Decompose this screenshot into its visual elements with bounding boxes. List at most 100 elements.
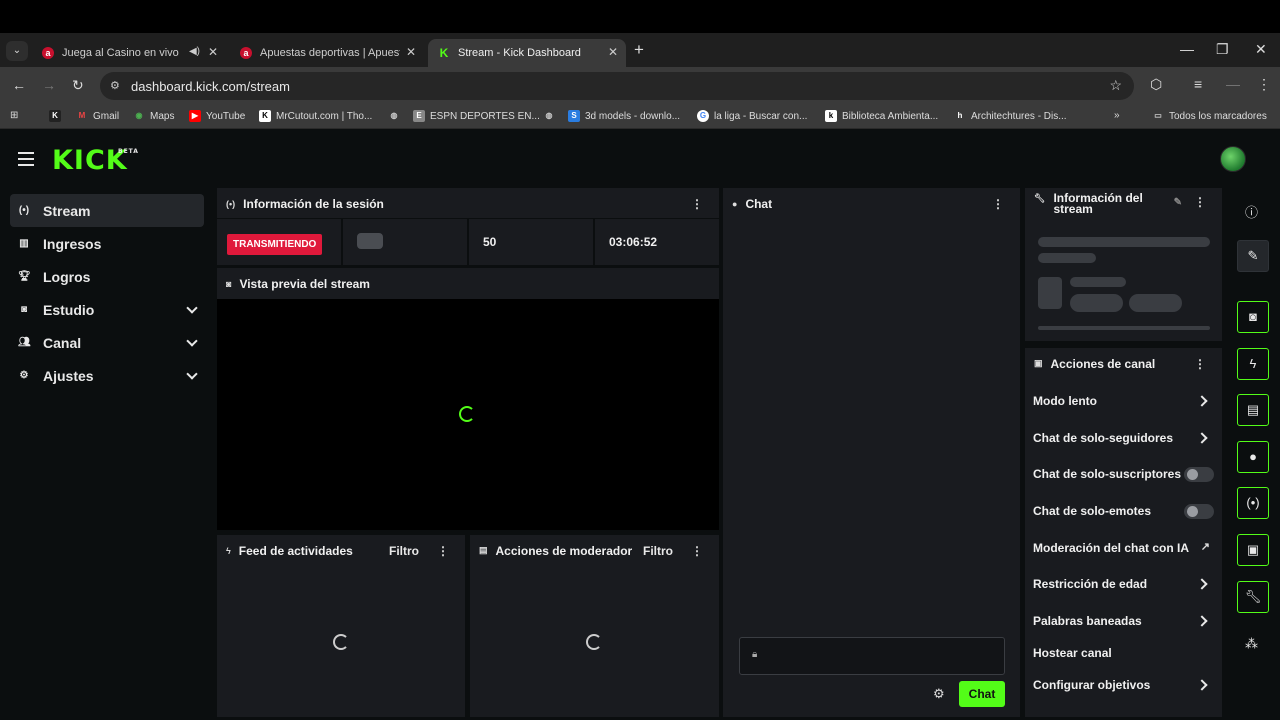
bookmark-espn[interactable]: E ESPN DEPORTES EN...	[413, 110, 540, 122]
stream-info-toggle-button[interactable]: 🔧︎	[1237, 581, 1269, 613]
skeleton-tag	[1070, 294, 1123, 312]
chat-bubble-icon: ●	[732, 198, 738, 209]
document-icon: ▤	[479, 545, 488, 555]
channel-actions-toggle-button[interactable]: ▣	[1237, 534, 1269, 566]
url-field[interactable]: ⚙ dashboard.kick.com/stream ☆	[100, 72, 1134, 100]
moderator-actions-header: ▤ Acciones de moderador Filtro ⋮	[479, 543, 703, 559]
kebab-menu-icon[interactable]: ⋮	[437, 544, 449, 558]
forward-icon[interactable]: →	[42, 77, 56, 93]
channel-actions-list: Modo lento Chat de solo-seguidores Chat …	[1025, 379, 1222, 704]
lightning-icon: ϟ	[226, 545, 231, 556]
chat-send-button[interactable]: Chat	[959, 681, 1005, 707]
wrench-icon: 🔧︎	[1244, 589, 1262, 604]
channel-actions-icon: ▣	[1246, 542, 1260, 557]
chat-settings-gear-icon[interactable]: ⚙	[933, 686, 945, 702]
address-bar: ← → ↻ ⚙ dashboard.kick.com/stream ☆ ⬡ ≡ …	[0, 67, 1280, 105]
chat-input[interactable]: 🔒︎	[739, 637, 1005, 675]
broadcast-icon: (•)	[18, 205, 30, 216]
bookmark-youtube[interactable]: ▶ YouTube	[189, 110, 245, 122]
tab-kick-dashboard[interactable]: K Stream - Kick Dashboard ✕	[428, 39, 626, 67]
stream-preview-panel: ◙ Vista previa del stream	[217, 268, 719, 530]
bookmark-maps[interactable]: ◉ Maps	[133, 110, 175, 122]
tab-apuestas[interactable]: a Apuestas deportivas | Apuestas ✕	[230, 39, 424, 67]
sidebar-item-ajustes[interactable]: ⚙ Ajustes	[10, 359, 204, 392]
action-restriccion-edad[interactable]: Restricción de edad	[1025, 566, 1222, 603]
kebab-menu-icon[interactable]: ⋮	[1194, 196, 1206, 208]
hamburger-menu-icon[interactable]	[18, 152, 34, 170]
skeleton-tag	[1129, 294, 1182, 312]
session-toggle-button[interactable]: (•)	[1237, 487, 1269, 519]
sidebar-item-canal[interactable]: 👥︎ Canal	[10, 326, 204, 359]
close-tab-icon[interactable]: ✕	[208, 45, 218, 59]
bookmark-architechtures[interactable]: h Architechtures - Dis...	[954, 110, 1067, 122]
preview-toggle-button[interactable]: ◙	[1237, 301, 1269, 333]
close-window-icon[interactable]: ✕	[1255, 41, 1267, 58]
channel-actions-panel: ▣ Acciones de canal ⋮ Modo lento Chat de…	[1025, 348, 1222, 717]
solo-emotes-toggle[interactable]	[1184, 503, 1214, 519]
more-bookmarks-icon[interactable]: »	[1114, 110, 1120, 121]
activity-filter-button[interactable]: Filtro	[389, 544, 419, 558]
bookmark-mrcutout[interactable]: K MrCutout.com | Tho...	[259, 110, 372, 122]
bookmark-gmail[interactable]: M Gmail	[76, 110, 119, 122]
chat-bubble-icon: ●	[1249, 449, 1257, 464]
back-icon[interactable]: ←	[12, 77, 26, 93]
action-solo-seguidores[interactable]: Chat de solo-seguidores	[1025, 420, 1222, 457]
kebab-menu-icon[interactable]: ⋮	[691, 544, 703, 558]
new-tab-icon[interactable]: +	[634, 40, 644, 60]
bookmark-globe-2[interactable]: ◍	[543, 110, 560, 122]
bookmark-laliga[interactable]: Gla liga - Buscar con...	[697, 110, 807, 122]
espn-icon: E	[413, 110, 425, 122]
kebab-menu-icon[interactable]: ⋮	[992, 197, 1004, 211]
bookmark-star-icon[interactable]: ☆	[1109, 77, 1122, 94]
activity-toggle-button[interactable]: ϟ	[1237, 348, 1269, 380]
close-tab-icon[interactable]: ✕	[608, 45, 618, 59]
info-icon[interactable]: ⓘ	[1245, 202, 1258, 221]
media-icon[interactable]: ≡	[1194, 76, 1202, 92]
loading-spinner-icon	[459, 406, 475, 422]
apps-grid-icon[interactable]: ⊞	[10, 110, 18, 121]
sidebar-item-estudio[interactable]: ◙ Estudio	[10, 293, 204, 326]
chevron-down-icon	[186, 335, 198, 347]
profile-icon[interactable]: —	[1226, 76, 1240, 92]
bookmark-kick-icon[interactable]: K	[49, 110, 66, 122]
minimize-icon[interactable]: —	[1180, 41, 1194, 57]
activity-feed-panel: ϟ Feed de actividades Filtro ⋮	[217, 535, 465, 717]
kebab-menu-icon[interactable]: ⋮	[691, 197, 703, 211]
action-modo-lento[interactable]: Modo lento	[1025, 383, 1222, 420]
tab-casino[interactable]: a Juega al Casino en vivo Onl ◀) ✕	[32, 39, 226, 67]
moderator-filter-button[interactable]: Filtro	[643, 544, 673, 558]
close-tab-icon[interactable]: ✕	[406, 45, 416, 59]
skeleton-line	[1070, 277, 1126, 287]
bookmark-globe[interactable]: ◍	[388, 110, 405, 122]
edit-stream-button[interactable]: ✎	[1237, 240, 1269, 272]
solo-suscriptores-toggle[interactable]	[1184, 467, 1214, 483]
kick-logo[interactable]: KICK BETA	[52, 145, 138, 176]
modactions-toggle-button[interactable]: ▤	[1237, 394, 1269, 426]
sidebar-item-stream[interactable]: (•) Stream	[10, 194, 204, 227]
action-hostear-canal[interactable]: Hostear canal	[1025, 639, 1222, 667]
action-palabras-baneadas[interactable]: Palabras baneadas	[1025, 603, 1222, 640]
reload-icon[interactable]: ↻	[72, 77, 84, 94]
sidebar-item-ingresos[interactable]: ▥ Ingresos	[10, 227, 204, 260]
moderator-actions-panel: ▤ Acciones de moderador Filtro ⋮	[470, 535, 719, 717]
activity-feed-header: ϟ Feed de actividades Filtro ⋮	[226, 543, 449, 559]
action-moderacion-ia[interactable]: Moderación del chat con IA ↗	[1025, 529, 1222, 566]
tab-search-button[interactable]: ⌄	[6, 41, 28, 61]
speaker-icon[interactable]: ◀)	[189, 46, 200, 57]
edit-pencil-icon[interactable]: ✎	[1174, 197, 1182, 208]
action-configurar-objetivos[interactable]: Configurar objetivos	[1025, 667, 1222, 704]
more-widgets-icon[interactable]: ⁂	[1245, 636, 1258, 652]
chat-toggle-button[interactable]: ●	[1237, 441, 1269, 473]
extensions-icon[interactable]: ⬡	[1150, 76, 1162, 93]
bookmark-biblioteca[interactable]: k Biblioteca Ambienta...	[825, 110, 938, 122]
site-info-icon[interactable]: ⚙	[110, 79, 120, 92]
kebab-menu-icon[interactable]: ⋮	[1194, 357, 1206, 371]
stream-video[interactable]	[217, 299, 719, 530]
beta-label: BETA	[118, 148, 139, 155]
bookmark-3dmodels[interactable]: S 3d models - downlo...	[568, 110, 680, 122]
sidebar-item-logros[interactable]: 🏆︎ Logros	[10, 260, 204, 293]
all-bookmarks[interactable]: ▭ Todos los marcadores	[1152, 110, 1267, 122]
avatar[interactable]	[1220, 146, 1246, 172]
maximize-icon[interactable]: ❐	[1216, 41, 1229, 58]
menu-icon[interactable]: ⋮	[1257, 76, 1271, 93]
